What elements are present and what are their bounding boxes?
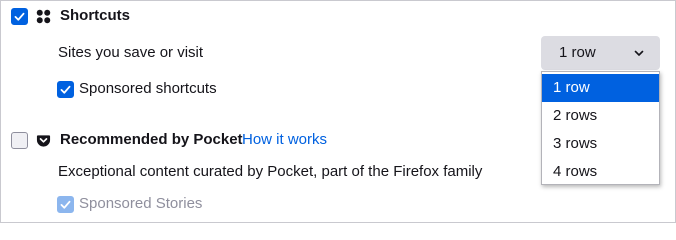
- pocket-label: Recommended by Pocket: [60, 131, 243, 148]
- how-it-works-link[interactable]: How it works: [242, 130, 327, 150]
- rows-dropdown-list: 1 row 2 rows 3 rows 4 rows: [541, 71, 660, 185]
- pocket-checkbox[interactable]: [11, 132, 28, 149]
- sponsored-shortcuts-label: Sponsored shortcuts: [79, 80, 217, 97]
- pocket-description: Exceptional content curated by Pocket, p…: [58, 163, 483, 180]
- shortcuts-checkbox[interactable]: [11, 8, 28, 25]
- sponsored-shortcuts-checkbox[interactable]: [57, 81, 74, 98]
- sites-label: Sites you save or visit: [58, 44, 204, 61]
- chevron-down-icon: [634, 50, 644, 56]
- pocket-icon: [36, 135, 51, 147]
- sponsored-stories-label: Sponsored Stories: [79, 195, 203, 212]
- rows-select[interactable]: 1 row: [541, 36, 660, 70]
- rows-option-3[interactable]: 3 rows: [542, 130, 659, 158]
- rows-option-4[interactable]: 4 rows: [542, 158, 659, 186]
- rows-select-value: 1 row: [559, 44, 596, 61]
- checkmark-icon: [60, 85, 71, 94]
- checkmark-icon: [14, 12, 25, 21]
- grid-icon: [36, 9, 51, 24]
- checkmark-icon: [60, 200, 71, 209]
- sponsored-stories-checkbox[interactable]: [57, 196, 74, 213]
- shortcuts-label: Shortcuts: [60, 7, 131, 24]
- home-content-settings-panel: Shortcuts Sites you save or visit 1 row …: [0, 0, 676, 223]
- rows-option-1[interactable]: 1 row: [542, 74, 659, 102]
- rows-option-2[interactable]: 2 rows: [542, 102, 659, 130]
